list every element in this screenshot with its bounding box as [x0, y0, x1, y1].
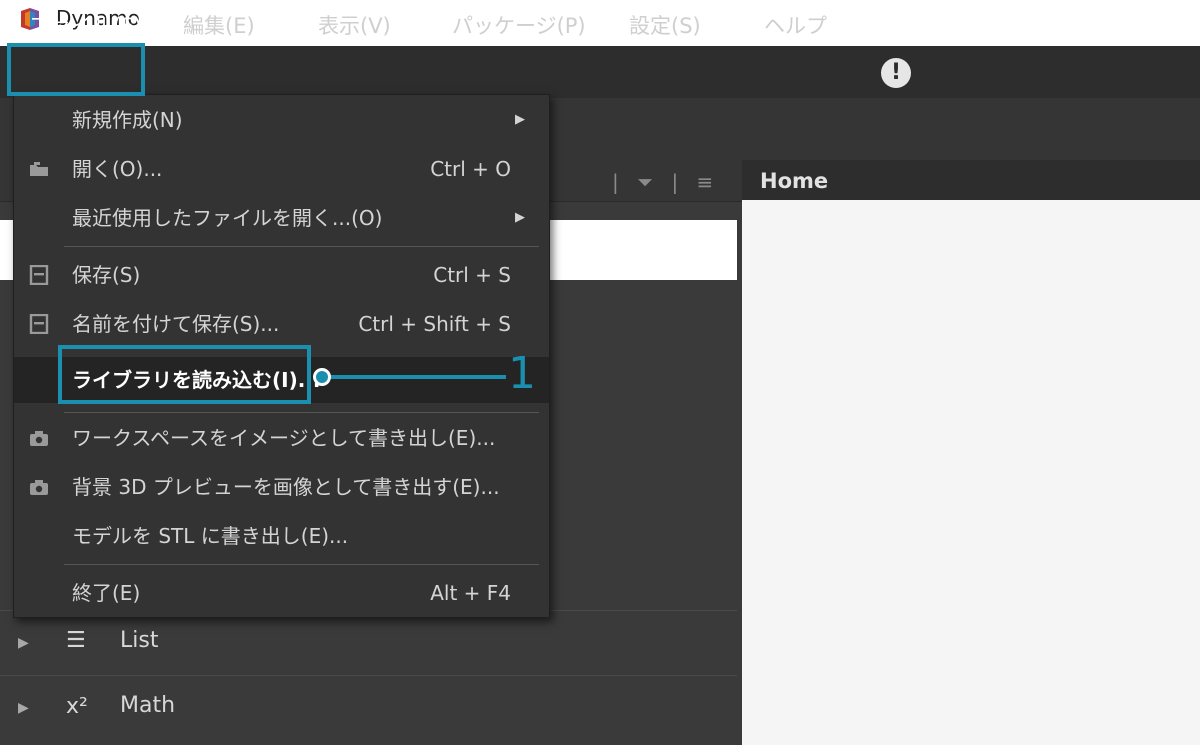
title-bar: Dynamo — [0, 0, 1200, 46]
highlight-box-import-library — [58, 345, 311, 404]
camera-icon — [30, 431, 48, 446]
menu-view[interactable]: 表示(V) — [318, 0, 391, 52]
save-as-icon — [29, 314, 49, 334]
menu-edit[interactable]: 編集(E) — [183, 0, 255, 52]
library-row-label: List — [120, 628, 159, 653]
submenu-arrow-icon: ▶ — [515, 210, 525, 225]
open-folder-icon — [30, 162, 48, 176]
callout-number: 1 — [508, 348, 536, 399]
menu-item-label: 名前を付けて保存(S)... — [72, 312, 280, 336]
save-icon — [29, 265, 49, 285]
menu-item-save[interactable]: 保存(S) Ctrl + S — [14, 252, 549, 298]
menu-item-save-as[interactable]: 名前を付けて保存(S)... Ctrl + Shift + S — [14, 301, 549, 347]
menu-item-label: モデルを STL に書き出し(E)... — [72, 524, 349, 548]
menu-item-label: 終了(E) — [72, 581, 141, 605]
shortcut-label: Ctrl + S — [433, 263, 511, 287]
menu-separator — [64, 412, 539, 413]
library-filter-icon[interactable]: | ⏷ | ≡ — [612, 164, 719, 200]
callout-dot — [313, 368, 331, 386]
menu-item-label: 開く(O)... — [72, 157, 163, 181]
menu-item-label: 最近使用したファイルを開く...(O) — [72, 206, 383, 230]
library-row-label: Math — [120, 693, 176, 718]
highlight-box-file-menu — [7, 43, 145, 96]
menu-item-new[interactable]: 新規作成(N) ▶ — [14, 97, 549, 143]
menu-item-label: ワークスペースをイメージとして書き出し(E)... — [72, 426, 496, 450]
menu-bar — [0, 46, 1200, 98]
tab-home[interactable]: Home — [760, 163, 828, 199]
menu-separator — [64, 564, 539, 565]
menu-item-label: 保存(S) — [72, 263, 141, 287]
menu-item-label: 新規作成(N) — [72, 108, 183, 132]
camera-icon — [30, 480, 48, 495]
menu-help[interactable]: ヘルプ — [764, 0, 827, 52]
menu-item-exit[interactable]: 終了(E) Alt + F4 — [14, 570, 549, 616]
shortcut-label: Ctrl + O — [430, 157, 511, 181]
submenu-arrow-icon: ▶ — [515, 112, 525, 127]
shortcut-label: Ctrl + Shift + S — [358, 312, 511, 336]
home-canvas[interactable] — [742, 200, 1200, 745]
math-icon: x² — [66, 694, 88, 719]
list-icon: ☰ — [66, 628, 86, 653]
menu-item-label: 背景 3D プレビューを画像として書き出す(E)... — [72, 475, 500, 499]
callout-line — [322, 375, 506, 379]
menu-item-export-3d-preview[interactable]: 背景 3D プレビューを画像として書き出す(E)... — [14, 464, 549, 510]
menu-settings[interactable]: 設定(S) — [629, 0, 701, 52]
expand-arrow-icon[interactable]: ▶ — [18, 700, 29, 716]
alert-icon[interactable]: ! — [881, 58, 911, 88]
menu-packages[interactable]: パッケージ(P) — [452, 0, 586, 52]
shortcut-label: Alt + F4 — [430, 581, 511, 605]
library-row-math[interactable]: ▶ x² Math — [0, 675, 737, 739]
library-row-list[interactable]: ▶ ☰ List — [0, 610, 737, 674]
menu-item-open-recent[interactable]: 最近使用したファイルを開く...(O) ▶ — [14, 195, 549, 241]
menu-item-export-stl[interactable]: モデルを STL に書き出し(E)... — [14, 513, 549, 559]
menu-item-open[interactable]: 開く(O)... Ctrl + O — [14, 146, 549, 192]
expand-arrow-icon[interactable]: ▶ — [18, 635, 29, 651]
menu-separator — [64, 246, 539, 247]
menu-item-export-workspace-image[interactable]: ワークスペースをイメージとして書き出し(E)... — [14, 415, 549, 461]
